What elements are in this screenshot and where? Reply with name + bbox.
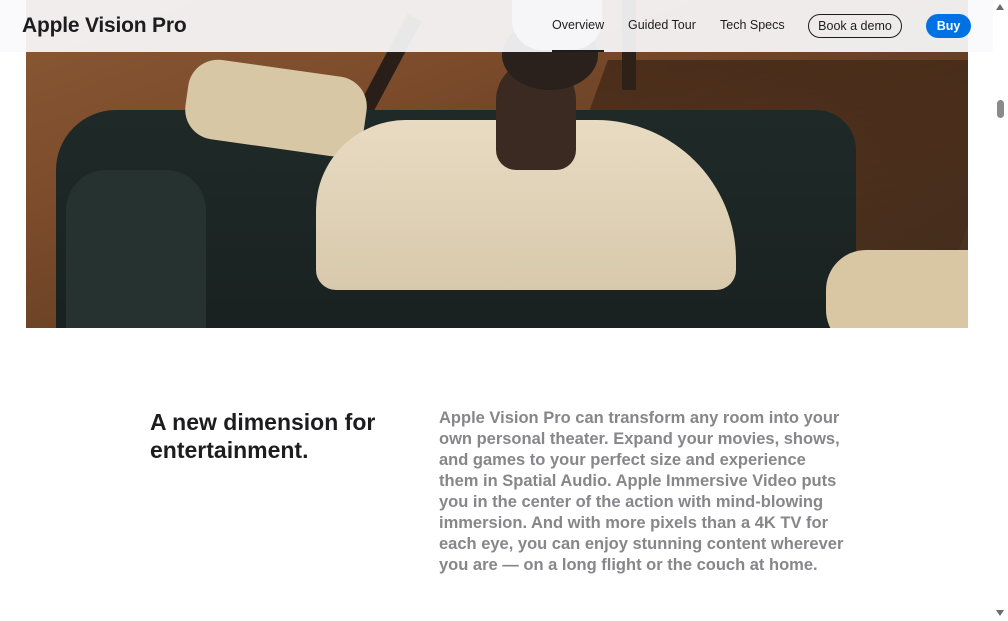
nav-link-overview[interactable]: Overview — [552, 18, 604, 32]
section-body-copy: Apple Vision Pro can transform any room … — [439, 409, 844, 574]
couch-arm — [66, 170, 206, 328]
scrollbar-track[interactable] — [993, 0, 1008, 621]
scroll-down-arrow-icon[interactable] — [996, 610, 1004, 616]
active-tab-underline — [552, 50, 604, 52]
nav-link-tech-specs[interactable]: Tech Specs — [720, 18, 785, 32]
book-demo-button[interactable]: Book a demo — [808, 14, 902, 38]
scroll-up-arrow-icon[interactable] — [996, 4, 1004, 10]
section-headline: A new dimension for entertainment. — [150, 409, 376, 463]
scrollbar-thumb[interactable] — [997, 100, 1004, 118]
product-title[interactable]: Apple Vision Pro — [22, 14, 187, 38]
product-nav-bar: Apple Vision Pro Overview Guided Tour Te… — [0, 0, 993, 52]
buy-button[interactable]: Buy — [926, 14, 971, 38]
nav-link-guided-tour[interactable]: Guided Tour — [628, 18, 696, 32]
pillow-right — [826, 250, 968, 328]
